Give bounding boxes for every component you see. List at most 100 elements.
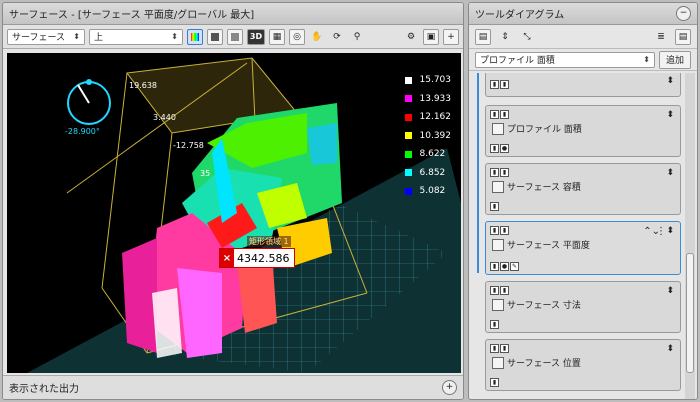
- scrollbar-thumb[interactable]: [686, 253, 694, 373]
- input-port-icon: ▮: [500, 80, 509, 89]
- tool-card-surface-flatness[interactable]: ▮ ▮ サーフェース 平面度 ⌃⌄ ⋮ ▮ ● ✎ ⬍: [485, 221, 681, 275]
- magnifier-icon: ⚲: [353, 31, 361, 42]
- three-d-label: 3D: [249, 32, 263, 41]
- grayscale-view-button[interactable]: [207, 28, 223, 45]
- chevron-down-icon: ⬍: [643, 55, 650, 64]
- input-port-icon: ▮: [500, 286, 509, 295]
- rotate-tool-button[interactable]: ⟳: [329, 29, 345, 45]
- tool-diagram-title: ツールダイアグラム: [475, 10, 565, 21]
- collapse-button[interactable]: −: [676, 6, 691, 21]
- tool-card-title: サーフェース 容積: [492, 180, 581, 193]
- add-tool-button[interactable]: 追加: [658, 50, 691, 69]
- input-port-icon: ▮: [500, 226, 509, 235]
- legend-swatch: [404, 187, 412, 195]
- solid-icon: [231, 32, 239, 41]
- output-port-icon: ▮: [490, 378, 499, 387]
- color-map-icon: [191, 32, 199, 41]
- surface-3d-view[interactable]: -28.900° 19.638 3.440 -12.758 35 15.703 1…: [7, 53, 461, 373]
- list-view-button[interactable]: ≣: [653, 29, 669, 45]
- legend-row: 8.622: [404, 145, 452, 164]
- tool-card-label: サーフェース 平面度: [507, 241, 590, 251]
- surface-icon: [492, 238, 504, 251]
- input-port-icon: ▮: [500, 110, 509, 119]
- mesh-icon: ◎: [293, 31, 301, 42]
- chevrons-icon: ⇕: [501, 31, 509, 42]
- expand-icon: ⤡: [523, 31, 531, 42]
- tool-list: ▮ ▮ ⬍ ▮ ▮ プロファイル 面積 ▮ ● ⬍ ▮ ▮ サーフェース 容積 …: [469, 73, 685, 399]
- source-select-value: サーフェース: [12, 33, 66, 43]
- legend-swatch: [404, 169, 412, 177]
- input-port-icon: ▮: [490, 226, 499, 235]
- legend-swatch: [404, 76, 412, 84]
- collapse-all-button[interactable]: ⇕: [497, 29, 513, 45]
- connection-wire: [477, 73, 479, 273]
- solid-view-button[interactable]: [227, 28, 243, 45]
- status-text: 表示された出力: [9, 384, 79, 395]
- chevron-icon[interactable]: ⬍: [666, 110, 674, 120]
- surface-toolbar: サーフェース ⬍ 上 ⬍ 3D ▦ ◎ ✋ ⟳ ⚲ ⚙ ▣ +: [3, 25, 463, 49]
- view-select[interactable]: 上 ⬍: [89, 28, 183, 45]
- detail-icon: ▤: [678, 31, 688, 42]
- color-map-view-button[interactable]: [187, 28, 203, 45]
- angle-dial-handle[interactable]: [86, 79, 92, 85]
- legend-value: 10.392: [419, 130, 452, 141]
- surface-render: [27, 57, 461, 373]
- angle-readout: -28.900°: [65, 127, 100, 136]
- legend-value: 8.622: [419, 149, 446, 160]
- output-port-icon: ▮: [490, 202, 499, 211]
- source-select[interactable]: サーフェース ⬍: [7, 28, 85, 45]
- legend-value: 12.162: [419, 112, 452, 123]
- measurement-readout[interactable]: × 4342.586: [219, 248, 295, 268]
- panel-view-button[interactable]: ▤: [475, 28, 491, 45]
- add-output-button[interactable]: +: [442, 380, 457, 395]
- input-port-icon: ▮: [500, 168, 509, 177]
- tool-diagram-toolbar: ▤ ⇕ ⤡ ≣ ▤: [469, 25, 697, 49]
- more-options-icon[interactable]: ⋮: [656, 226, 666, 237]
- surface-icon: [492, 298, 504, 311]
- tool-list-scrollbar[interactable]: [685, 73, 695, 399]
- tool-card-label: サーフェース 容積: [507, 183, 581, 193]
- three-d-button[interactable]: 3D: [247, 28, 265, 45]
- tool-card-label: サーフェース 位置: [507, 359, 581, 369]
- tool-card-surface-position[interactable]: ▮ ▮ サーフェース 位置 ▮ ⬍: [485, 339, 681, 391]
- pan-tool-button[interactable]: ✋: [309, 29, 325, 45]
- chevron-icon[interactable]: ⬍: [666, 286, 674, 296]
- chevron-icon[interactable]: ⬍: [666, 226, 674, 236]
- tool-card-partial[interactable]: ▮ ▮ ⬍: [485, 73, 681, 97]
- tool-card-surface-dimension[interactable]: ▮ ▮ サーフェース 寸法 ▮ ⬍: [485, 281, 681, 333]
- tool-card-title: プロファイル 面積: [492, 122, 582, 135]
- tool-card-surface-volume[interactable]: ▮ ▮ サーフェース 容積 ▮ ⬍: [485, 163, 681, 215]
- axis-label-2: 3.440: [153, 113, 176, 122]
- settings-button[interactable]: ⚙: [403, 29, 419, 45]
- legend-swatch: [404, 150, 412, 158]
- surface-window: サーフェース - [サーフェース 平面度/グローバル 最大] サーフェース ⬍ 上…: [2, 2, 464, 400]
- zoom-tool-button[interactable]: ⚲: [349, 29, 365, 45]
- chevron-icon[interactable]: ⬍: [666, 168, 674, 178]
- chevron-icon[interactable]: ⬍: [666, 344, 674, 354]
- output-port-icon: ●: [500, 144, 509, 153]
- legend-swatch: [404, 95, 412, 103]
- region-label[interactable]: 矩形領域 1: [247, 236, 291, 247]
- expand-button[interactable]: +: [443, 28, 459, 45]
- detail-view-button[interactable]: ▤: [675, 28, 691, 45]
- output-port-icon: ✎: [510, 262, 519, 271]
- grid-icon: ▦: [272, 31, 282, 42]
- plus-icon: +: [445, 382, 454, 392]
- legend-value: 13.933: [419, 93, 452, 104]
- tool-filter-select[interactable]: プロファイル 面積 ⬍: [475, 51, 655, 68]
- legend-row: 6.852: [404, 164, 452, 183]
- chevron-icon[interactable]: ⬍: [666, 76, 674, 86]
- expand-all-button[interactable]: ⤡: [519, 29, 535, 45]
- chevron-down-icon: ⬍: [73, 32, 80, 41]
- surface-icon: [492, 356, 504, 369]
- surface-window-titlebar: サーフェース - [サーフェース 平面度/グローバル 最大]: [3, 3, 463, 25]
- close-icon[interactable]: ×: [220, 249, 234, 267]
- mesh-toggle-button[interactable]: ◎: [289, 28, 305, 45]
- plus-box-icon: +: [447, 31, 455, 42]
- output-port-icon: ●: [500, 262, 509, 271]
- tool-card-profile-area[interactable]: ▮ ▮ プロファイル 面積 ▮ ● ⬍: [485, 105, 681, 157]
- input-port-icon: ▮: [490, 168, 499, 177]
- legend-row: 12.162: [404, 108, 452, 127]
- grid-toggle-button[interactable]: ▦: [269, 28, 285, 45]
- snapshot-button[interactable]: ▣: [423, 28, 439, 45]
